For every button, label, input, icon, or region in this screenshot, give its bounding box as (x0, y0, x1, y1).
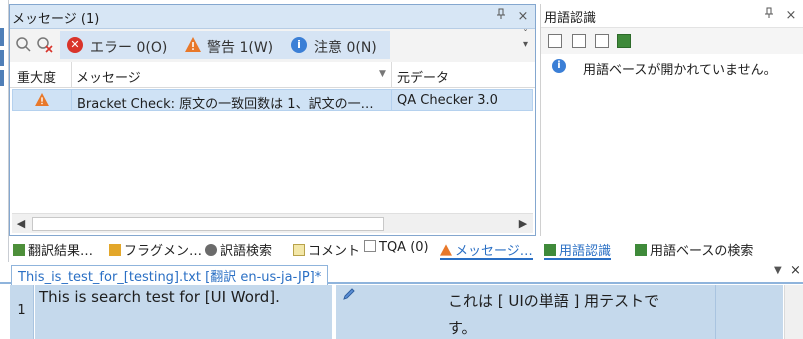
termbase-icon[interactable] (617, 34, 631, 48)
tab-comments[interactable]: コメント (293, 240, 360, 260)
info-icon: i (552, 59, 566, 73)
comment-icon (293, 244, 305, 256)
dock-marker (0, 70, 4, 86)
error-icon: ✕ (67, 37, 83, 53)
scroll-right-icon[interactable]: ▶ (515, 216, 531, 232)
error-filter-button[interactable]: エラー 0(O) (90, 37, 167, 57)
horizontal-scrollbar[interactable]: ◀ ▶ (12, 213, 533, 233)
tab-label: コメント (308, 244, 361, 259)
column-divider[interactable] (71, 62, 72, 88)
messages-grid-header: 重大度 メッセージ ▼ 元データ (10, 62, 535, 88)
tab-list-icon[interactable]: ▼ (774, 265, 782, 276)
app-window: メッセージ (1) × ✕ エラー 0(O) 警告 1(W) i 注意 0(N)… (0, 0, 803, 339)
dock-marker (0, 28, 4, 46)
origin-cell: QA Checker 3.0 (397, 93, 498, 108)
column-divider (71, 90, 72, 110)
scroll-left-icon[interactable]: ◀ (13, 216, 29, 232)
termbase-search-icon (635, 244, 647, 256)
segment-status-cell (336, 285, 440, 339)
column-header-severity[interactable]: 重大度 (17, 67, 56, 86)
table-row[interactable]: Bracket Check: 原文の一致回数は 1、訳文の一… QA Check… (12, 89, 533, 112)
messages-panel-title: メッセージ (1) (12, 12, 100, 27)
binoculars-icon (205, 244, 217, 256)
term-panel-titlebar: 用語認識 × (541, 4, 803, 28)
segment-info-cell (715, 285, 783, 339)
termbase-icon (544, 244, 556, 256)
column-divider (391, 90, 392, 110)
term-view-icon[interactable] (548, 34, 562, 48)
term-toolbar (541, 28, 803, 54)
pin-icon[interactable] (492, 8, 510, 26)
toolbar-overflow-icon[interactable]: ˇ ▾ (523, 30, 528, 50)
messages-panel: メッセージ (1) × ✕ エラー 0(O) 警告 1(W) i 注意 0(N)… (9, 4, 536, 236)
tab-label: 用語認識 (559, 244, 612, 259)
severity-filter-bar: ✕ エラー 0(O) 警告 1(W) i 注意 0(N) (60, 31, 390, 59)
term-recognition-panel: 用語認識 × i 用語ベースが開かれていません。 (540, 4, 803, 236)
close-icon[interactable]: × (514, 8, 532, 26)
tqa-icon (364, 240, 376, 252)
segment-number: 1 (10, 285, 34, 339)
tab-label: メッセージ… (455, 244, 533, 259)
scrollbar-thumb[interactable] (32, 217, 384, 231)
tab-fragments[interactable]: フラグメン… (109, 240, 202, 260)
tab-messages[interactable]: メッセージ… (440, 240, 533, 260)
target-segment[interactable]: これは [ UIの単語 ] 用テストです。 (418, 285, 715, 339)
tab-label: フラグメン… (124, 244, 203, 259)
info-filter-button[interactable]: 注意 0(N) (314, 37, 377, 57)
term-settings-icon[interactable] (595, 34, 609, 48)
close-icon[interactable]: × (782, 7, 800, 25)
warning-icon (440, 244, 452, 256)
document-tab[interactable]: This_is_test_for_[testing].txt [翻訳 en-us… (11, 265, 329, 285)
column-header-message[interactable]: メッセージ (76, 67, 141, 86)
warning-filter-button[interactable]: 警告 1(W) (207, 37, 273, 57)
tab-concordance[interactable]: 訳語検索 (205, 240, 272, 260)
no-termbase-message: 用語ベースが開かれていません。 (583, 63, 777, 78)
warning-icon (185, 37, 201, 56)
term-panel-title: 用語認識 (544, 11, 597, 26)
add-term-icon[interactable] (572, 34, 586, 48)
sort-down-icon[interactable]: ▼ (379, 69, 386, 79)
messages-panel-titlebar: メッセージ (1) × (10, 5, 535, 29)
tab-tqa[interactable]: TQA (0) (364, 240, 429, 260)
clear-filter-icon[interactable] (37, 37, 53, 53)
filter-icon[interactable] (16, 37, 32, 53)
warning-icon (35, 93, 49, 110)
tab-translation-results[interactable]: 翻訳結果… (13, 240, 93, 260)
tab-label: TQA (0) (379, 240, 429, 255)
tab-termbase-search[interactable]: 用語ベースの検索 (635, 240, 753, 260)
source-segment[interactable]: This is search test for [UI Word]. (35, 285, 332, 339)
translation-results-icon (13, 244, 25, 256)
message-cell: Bracket Check: 原文の一致回数は 1、訳文の一… (77, 97, 374, 112)
messages-toolbar: ✕ エラー 0(O) 警告 1(W) i 注意 0(N) ˇ ▾ (10, 29, 535, 62)
column-header-origin[interactable]: 元データ (397, 67, 449, 86)
dock-marker (0, 50, 4, 66)
term-dock-tabs: 用語認識 用語ベースの検索 (540, 238, 803, 262)
tab-term-recognition[interactable]: 用語認識 (544, 240, 612, 260)
pin-icon[interactable] (760, 7, 778, 25)
vertical-scrollbar[interactable] (784, 285, 803, 339)
tab-label: 翻訳結果… (28, 244, 94, 259)
editor-tab-strip: This_is_test_for_[testing].txt [翻訳 en-us… (0, 263, 803, 285)
editor-grid: 1 This is search test for [UI Word]. これは… (0, 285, 803, 339)
close-icon[interactable]: × (790, 263, 801, 278)
pencil-icon (342, 287, 356, 305)
tab-label: 訳語検索 (220, 244, 273, 259)
tab-label: 用語ベースの検索 (650, 244, 754, 259)
column-divider[interactable] (391, 62, 392, 88)
messages-dock-tabs: 翻訳結果… フラグメン… 訳語検索 コメント TQA (0) メッセージ… (9, 238, 536, 262)
info-icon: i (291, 37, 307, 53)
fragment-icon (109, 244, 121, 256)
left-dock-strip[interactable] (0, 0, 9, 262)
